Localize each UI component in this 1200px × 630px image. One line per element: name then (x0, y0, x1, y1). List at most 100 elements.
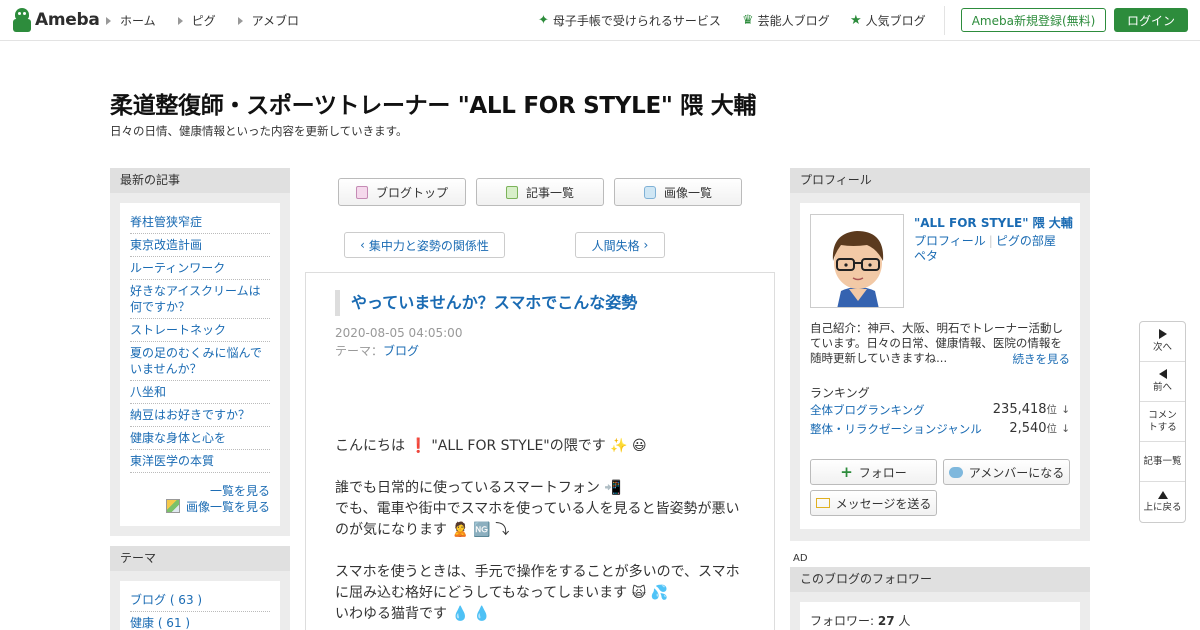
followers-panel: このブログのフォロワー フォロワー: 27 人 (790, 567, 1090, 630)
nav-item-ameblo[interactable]: アメブロ (237, 12, 299, 29)
prev-post-link[interactable]: ‹ 集中力と姿勢の関係性 (344, 232, 505, 258)
recent-articles-body: 脊柱管狭窄症 東京改造計画 ルーティンワーク 好きなアイスクリームは何ですか？ … (120, 203, 280, 526)
recent-article-link[interactable]: 納豆はお好きですか？ (130, 404, 270, 427)
ranking-label[interactable]: 整体・リラクゼーションジャンル (810, 421, 982, 437)
prev-article-button[interactable]: 前へ (1140, 362, 1185, 402)
next-post-link[interactable]: 人間失格 › (575, 232, 665, 258)
plus-icon: + (840, 463, 853, 481)
button-label: メッセージを送る (835, 496, 932, 511)
document-icon (355, 185, 368, 199)
ameba-logo[interactable]: Ameba (11, 8, 100, 32)
link-celebrity-blogs[interactable]: ♛ 芸能人ブログ (742, 12, 830, 29)
triangle-right-icon (106, 16, 111, 25)
avatar[interactable] (810, 214, 904, 308)
header-divider (944, 6, 945, 35)
ranking-unit: 位 (1046, 404, 1058, 416)
image-list-button[interactable]: 画像一覧 (614, 178, 742, 206)
recent-article-link[interactable]: 健康な身体と心を (130, 427, 270, 450)
recent-article-link[interactable]: 夏の足のむくみに悩んでいませんか？ (130, 342, 270, 381)
article-title[interactable]: やっていませんか？スマホでこんな姿勢 (335, 290, 637, 316)
ad-label: AD (793, 553, 808, 564)
see-images-link[interactable]: 画像一覧を見る (120, 499, 280, 515)
triangle-right-icon (237, 16, 243, 25)
recent-article-link[interactable]: 好きなアイスクリームは何ですか？ (130, 280, 270, 319)
followers-count[interactable]: フォロワー: 27 人 (810, 612, 910, 629)
next-post-title: 人間失格 (591, 238, 640, 253)
down-arrow-icon: ↓ (1061, 423, 1070, 435)
button-label: ブログトップ (375, 185, 448, 200)
float-label: 記事一覧 (1143, 455, 1182, 467)
float-label: 次へ (1152, 342, 1172, 353)
logo-text: Ameba (35, 10, 100, 30)
ranking-row-overall: 全体ブログランキング 235,418位 ↓ (810, 402, 1070, 418)
blog-top-button[interactable]: ブログトップ (338, 178, 466, 206)
themes-body: ブログ ( 63 ) 健康 ( 61 ) (120, 581, 280, 630)
theme-link[interactable]: ブログ (383, 344, 419, 358)
ranking-unit: 位 (1046, 423, 1058, 435)
theme-link[interactable]: 健康 ( 61 ) (130, 612, 270, 630)
recent-article-link[interactable]: 東洋医学の本質 (130, 450, 270, 473)
register-button[interactable]: Ameba新規登録(無料) (961, 8, 1106, 32)
blog-title[interactable]: 柔道整復師・スポーツトレーナー "ALL FOR STYLE" 隈 大輔 (110, 86, 756, 120)
followers-unit: 人 (898, 614, 911, 628)
blog-description: 日々の日情、健康情報といった内容を更新していきます。 (110, 124, 408, 138)
amember-button[interactable]: アメンバーになる (943, 459, 1070, 485)
ranking-row-genre: 整体・リラクゼーションジャンル 2,540位 ↓ (810, 421, 1070, 437)
star-icon: ★ (850, 13, 862, 28)
float-label: 上に戻る (1143, 501, 1182, 513)
article-date: 2020-08-05 04:05:00 (335, 326, 463, 340)
pigg-room-link[interactable]: ピグの部屋 (996, 234, 1056, 248)
see-all-articles-link[interactable]: 一覧を見る (120, 483, 280, 499)
ranking-number: 2,540 (1009, 421, 1047, 436)
recent-article-link[interactable]: ストレートネック (130, 319, 270, 342)
down-arrow-icon: ↓ (1061, 404, 1070, 416)
prev-post-title: 集中力と姿勢の関係性 (368, 238, 489, 253)
nav-item-home[interactable]: ホーム (106, 12, 156, 29)
comment-button[interactable]: コメントする (1140, 402, 1185, 442)
float-label: 前へ (1152, 382, 1172, 393)
profile-header: プロフィール (790, 168, 1090, 193)
theme-link[interactable]: ブログ ( 63 ) (130, 589, 270, 612)
profile-link[interactable]: プロフィール (914, 234, 986, 248)
nav-item-pigg[interactable]: ピグ (177, 12, 216, 29)
theme-label: テーマ： (335, 344, 384, 358)
followers-number: 27 (877, 614, 895, 628)
play-right-icon (1158, 329, 1167, 339)
article: やっていませんか？スマホでこんな姿勢 2020-08-05 04:05:00 テ… (305, 272, 775, 630)
ranking-value: 235,418位 ↓ (993, 402, 1070, 418)
send-message-button[interactable]: メッセージを送る (810, 490, 937, 516)
recent-article-link[interactable]: ルーティンワーク (130, 257, 270, 280)
recent-article-link[interactable]: 八坐和 (130, 381, 270, 404)
recent-article-link[interactable]: 東京改造計画 (130, 234, 270, 257)
themes-list: ブログ ( 63 ) 健康 ( 61 ) (120, 581, 280, 630)
recent-articles-panel: 最新の記事 脊柱管狭窄症 東京改造計画 ルーティンワーク 好きなアイスクリームは… (110, 168, 290, 536)
back-to-top-button[interactable]: 上に戻る (1140, 482, 1185, 522)
body-paragraph: 誰でも日常的に使っているスマートフォン 📲 (335, 480, 622, 496)
image-list-icon (165, 499, 180, 513)
play-left-icon (1158, 369, 1167, 379)
read-more-link[interactable]: 続きを見る (1013, 351, 1071, 367)
followers-body: フォロワー: 27 人 (800, 602, 1080, 630)
body-paragraph: いわゆる猫背です 💧 💧 (335, 606, 491, 622)
next-article-button[interactable]: 次へ (1140, 322, 1185, 362)
profile-links: プロフィール | ピグの部屋 ペタ (914, 234, 1056, 263)
speech-bubble-icon (948, 466, 963, 478)
nav-label: ピグ (191, 14, 216, 28)
link-label: 芸能人ブログ (757, 14, 830, 28)
article-list-button[interactable]: 記事一覧 (476, 178, 604, 206)
ranking-number: 235,418 (992, 402, 1047, 417)
button-label: フォロー (858, 465, 907, 480)
ranking-label[interactable]: 全体ブログランキング (810, 402, 925, 418)
button-label: 記事一覧 (525, 185, 574, 200)
profile-panel: プロフィール "ALL FOR STYLE" 隈 大輔 プロフィール | ピグの部屋… (790, 168, 1090, 541)
article-list-float-button[interactable]: 記事一覧 (1140, 442, 1185, 482)
follow-button[interactable]: + フォロー (810, 459, 937, 485)
recent-article-link[interactable]: 脊柱管狭窄症 (130, 211, 270, 234)
link-maternity-services[interactable]: ✦ 母子手帳で受けられるサービス (538, 12, 721, 29)
nav-label: ホーム (120, 14, 156, 28)
peta-link[interactable]: ペタ (914, 249, 938, 263)
global-header: Ameba ホーム ピグ アメブロ ✦ 母子手帳で受けられるサービス ♛ 芸能人ブロ… (0, 0, 1200, 41)
login-button[interactable]: ログイン (1114, 8, 1188, 32)
link-popular-blogs[interactable]: ★ 人気ブログ (850, 12, 926, 29)
profile-name[interactable]: "ALL FOR STYLE" 隈 大輔 (914, 214, 1073, 231)
